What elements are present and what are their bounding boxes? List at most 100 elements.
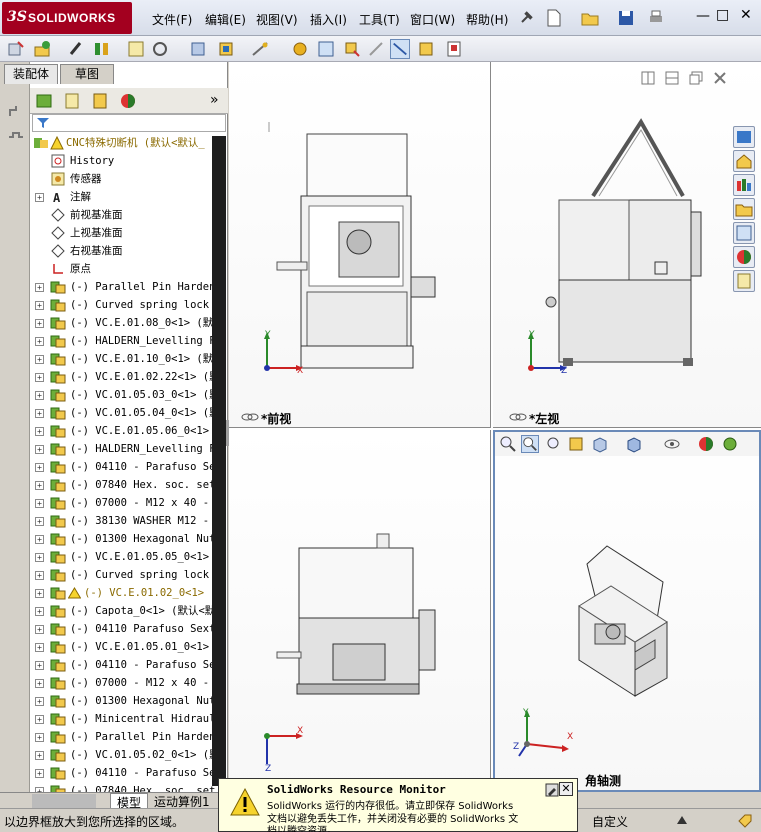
expand-icon[interactable]: +: [35, 607, 44, 616]
tree-item[interactable]: + (-) VC.01.05.02_0<1> (默认: [30, 746, 226, 764]
popup-options-icon[interactable]: [545, 783, 559, 797]
view-link-icon[interactable]: [509, 412, 527, 422]
viewport-isometric[interactable]: Y X Z 角轴测: [493, 430, 761, 792]
expand-icon[interactable]: +: [35, 697, 44, 706]
expand-icon[interactable]: +: [35, 769, 44, 778]
tree-item[interactable]: 右视基准面: [30, 242, 226, 260]
smart-dimension-icon[interactable]: [7, 128, 25, 146]
menu-insert[interactable]: 插入(I): [310, 11, 347, 28]
mate-icon[interactable]: [92, 39, 112, 59]
tree-item[interactable]: + (-) 04110 - Parafuso Sexte: [30, 764, 226, 782]
expand-icon[interactable]: +: [35, 445, 44, 454]
tab-sketch[interactable]: 草图: [60, 64, 114, 84]
tree-item[interactable]: + (-) 07840 Hex. soc. set cu: [30, 476, 226, 494]
expand-icon[interactable]: +: [35, 679, 44, 688]
status-up-icon[interactable]: [676, 814, 688, 826]
tree-item[interactable]: 前视基准面: [30, 206, 226, 224]
tree-item[interactable]: + (-) VC.E.01.05.06_0<1> (默: [30, 422, 226, 440]
large-assembly-mode-icon[interactable]: [444, 39, 464, 59]
panel-expand-chevron[interactable]: »: [210, 92, 219, 108]
tree-item[interactable]: + (-) VC.E.01.05.05_0<1> (默: [30, 548, 226, 566]
expand-icon[interactable]: +: [35, 517, 44, 526]
scene-icon[interactable]: [721, 435, 739, 453]
new-motion-study-icon[interactable]: [290, 39, 310, 59]
bill-of-materials-icon[interactable]: [316, 39, 336, 59]
tree-item[interactable]: 传感器: [30, 170, 226, 188]
filter-bar[interactable]: [32, 114, 226, 132]
menu-file[interactable]: 文件(F): [152, 11, 192, 28]
expand-icon[interactable]: +: [35, 715, 44, 724]
custom-properties-icon[interactable]: [733, 270, 755, 292]
appearance-icon[interactable]: [697, 435, 715, 453]
configuration-manager-icon[interactable]: [90, 91, 110, 111]
tag-icon[interactable]: [736, 812, 754, 830]
expand-icon[interactable]: +: [35, 355, 44, 364]
smart-fasteners-icon[interactable]: [188, 39, 208, 59]
expand-icon[interactable]: +: [35, 391, 44, 400]
tree-item[interactable]: + (-) VC.01.05.03_0<1> (默认: [30, 386, 226, 404]
view-link-icon[interactable]: [241, 412, 259, 422]
view-orientation-icon[interactable]: [591, 435, 609, 453]
expand-icon[interactable]: +: [35, 661, 44, 670]
expand-icon[interactable]: +: [35, 409, 44, 418]
interference-detection-icon[interactable]: [390, 39, 410, 59]
tree-item[interactable]: + (-) Parallel Pin Hardened: [30, 278, 226, 296]
feature-manager-icon[interactable]: [34, 91, 54, 111]
tree-item[interactable]: 原点: [30, 260, 226, 278]
tree-item[interactable]: + (-) 01300 Hexagonal Nut M1: [30, 692, 226, 710]
insert-component-icon[interactable]: [32, 39, 52, 59]
appearances-icon[interactable]: [733, 246, 755, 268]
display-style-icon[interactable]: [625, 435, 643, 453]
tree-item[interactable]: + A 注解: [30, 188, 226, 206]
hide-show-icon[interactable]: [66, 39, 86, 59]
tree-root[interactable]: CNC特殊切断机 (默认<默认_: [30, 134, 226, 152]
tree-item[interactable]: + (-) HALDERN_Levelling Feet: [30, 332, 226, 350]
tree-item[interactable]: + (-) 07000 - M12 x 40 - DIN: [30, 494, 226, 512]
tree-item[interactable]: + (-) VC.E.01.10_0<1> (默认<: [30, 350, 226, 368]
expand-icon[interactable]: +: [35, 553, 44, 562]
section-view-icon[interactable]: [567, 435, 585, 453]
tree-scrollbar[interactable]: [212, 136, 226, 786]
menu-tools[interactable]: 工具(T): [359, 11, 400, 28]
expand-icon[interactable]: +: [35, 427, 44, 436]
file-explorer-icon[interactable]: [733, 198, 755, 220]
solidworks-resources-icon[interactable]: [733, 126, 755, 148]
save-icon[interactable]: [616, 8, 636, 28]
solidworks-logo[interactable]: 3S SOLIDWORKS: [2, 2, 132, 34]
open-folder-icon[interactable]: [580, 8, 600, 28]
tree-item[interactable]: + (-) 07840 Hex. soc. set cu: [30, 782, 226, 792]
tree-item[interactable]: + (-) 04110 Parafuso Sextave: [30, 620, 226, 638]
tree-item[interactable]: 上视基准面: [30, 224, 226, 242]
expand-icon[interactable]: +: [35, 463, 44, 472]
tree-item[interactable]: + (-) 01300 Hexagonal Nut M1: [30, 530, 226, 548]
expand-icon[interactable]: +: [35, 535, 44, 544]
property-manager-icon[interactable]: [62, 91, 82, 111]
expand-icon[interactable]: +: [35, 643, 44, 652]
print-icon[interactable]: [646, 8, 666, 28]
display-manager-icon[interactable]: [118, 91, 138, 111]
expand-icon[interactable]: +: [35, 733, 44, 742]
hide-show-items-icon[interactable]: [663, 435, 681, 453]
zoom-to-area-icon[interactable]: [521, 435, 539, 453]
expand-icon[interactable]: +: [35, 193, 44, 202]
resource-monitor-popup[interactable]: SolidWorks Resource Monitor ✕ SolidWorks…: [218, 778, 578, 832]
minimize-button[interactable]: —: [696, 8, 710, 24]
status-custom[interactable]: 自定义: [592, 813, 628, 830]
viewport-top[interactable]: X Z: [229, 430, 491, 792]
tree-item[interactable]: + (-) VC.E.01.08_0<1> (默认<: [30, 314, 226, 332]
menu-edit[interactable]: 编辑(E): [205, 11, 246, 28]
expand-icon[interactable]: +: [35, 589, 44, 598]
tree-item[interactable]: + (-) 07000 - M12 x 40 - DIN: [30, 674, 226, 692]
tree-item[interactable]: + (-) VC.E.01.05.01_0<1> (默: [30, 638, 226, 656]
expand-icon[interactable]: +: [35, 301, 44, 310]
expand-icon[interactable]: +: [35, 283, 44, 292]
expand-icon[interactable]: +: [35, 337, 44, 346]
tree-item[interactable]: + (-) 04110 - Parafuso Sexte: [30, 458, 226, 476]
physical-dynamics-icon[interactable]: [416, 39, 436, 59]
viewport-front[interactable]: Y X *前视: [229, 62, 491, 428]
reference-geometry-icon[interactable]: [250, 39, 270, 59]
tree-item[interactable]: + (-) 38130 WASHER M12 - DIN: [30, 512, 226, 530]
rotate-component-icon[interactable]: [150, 39, 170, 59]
restore-button[interactable]: □: [716, 7, 729, 23]
pin-icon[interactable]: [516, 8, 536, 28]
